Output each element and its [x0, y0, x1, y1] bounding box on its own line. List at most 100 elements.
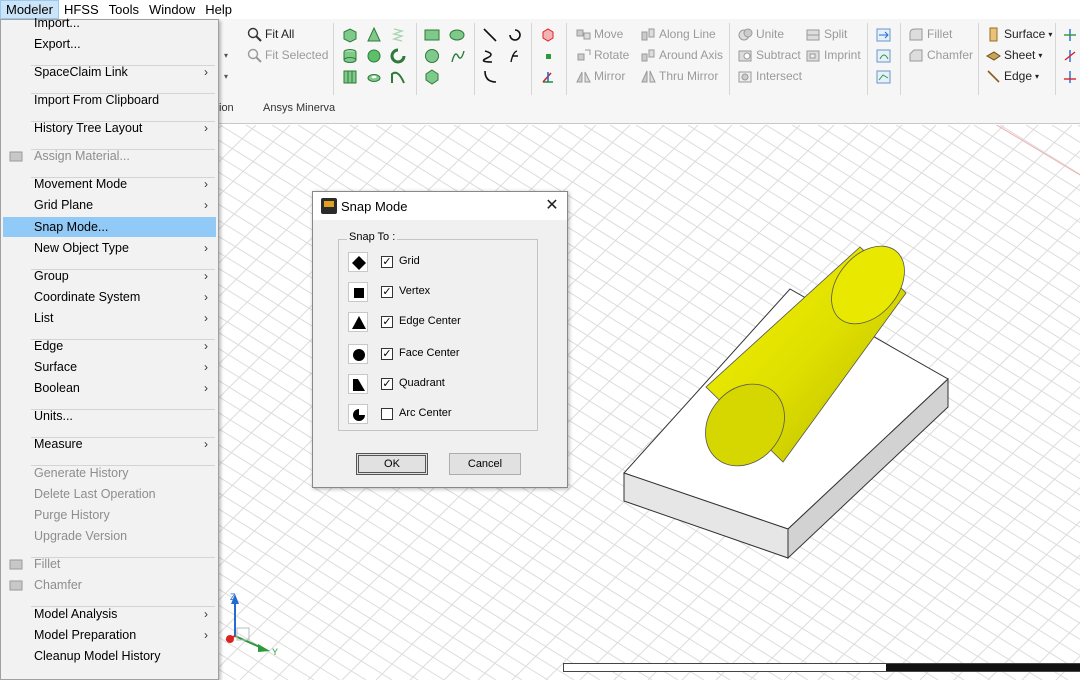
scrollbar-thumb[interactable] — [886, 664, 1080, 671]
menu-item-snap-mode[interactable]: Snap Mode... — [3, 217, 216, 237]
cylinder-primitive-icon[interactable] — [342, 48, 358, 64]
menu-item-assign-material[interactable]: Assign Material... — [3, 146, 216, 166]
snap-quadrant-checkbox[interactable]: ✓ — [381, 378, 393, 390]
intersect-button[interactable]: Intersect — [738, 67, 802, 85]
cone-primitive-icon[interactable] — [366, 27, 382, 43]
axis-rotate-icon[interactable] — [1062, 48, 1078, 64]
surface-dropdown[interactable]: Surface ▾ — [986, 25, 1052, 43]
menu-item-label: Import From Clipboard — [34, 93, 160, 107]
ellipse-primitive-icon[interactable] — [449, 27, 465, 43]
sweep-along-vector-icon[interactable] — [876, 27, 892, 43]
modeler-dropdown-menu: Import... Export... SpaceClaim Link › Import… — [0, 16, 219, 680]
spline-tool-icon[interactable] — [482, 48, 498, 64]
menu-item-measure[interactable]: Measure › — [3, 434, 216, 454]
menu-item-generate-history[interactable]: Generate History — [3, 463, 216, 483]
diamond-icon — [348, 252, 368, 272]
torus-primitive-icon[interactable] — [390, 48, 406, 64]
menu-item-purge-history[interactable]: Purge History — [3, 505, 216, 525]
menu-item-delete-last-operation[interactable]: Delete Last Operation — [3, 484, 216, 504]
edge-dropdown[interactable]: Edge ▾ — [986, 67, 1039, 85]
along-line-button[interactable]: Along Line — [641, 25, 716, 43]
circle-primitive-icon[interactable] — [424, 48, 440, 64]
move-button[interactable]: Move — [576, 25, 623, 43]
snap-grid-checkbox[interactable]: ✓ — [381, 256, 393, 268]
equation-curve-icon[interactable] — [507, 48, 523, 64]
sheet-dropdown[interactable]: Sheet ▾ — [985, 46, 1042, 64]
subtract-button[interactable]: Subtract — [738, 46, 801, 64]
menu-item-surface[interactable]: Surface › — [3, 357, 216, 377]
axis-view-icon[interactable] — [1062, 69, 1078, 85]
polyhedron-primitive-icon[interactable] — [342, 69, 358, 85]
thru-mirror-label: Thru Mirror — [659, 69, 719, 83]
menu-item-chamfer[interactable]: Chamfer — [3, 575, 216, 595]
cancel-button[interactable]: Cancel — [449, 453, 521, 475]
around-axis-button[interactable]: Around Axis — [641, 46, 723, 64]
center-point-arc-icon[interactable] — [482, 69, 498, 85]
mirror-button[interactable]: Mirror — [576, 67, 625, 85]
horizontal-scrollbar[interactable] — [563, 663, 1080, 672]
equation-surface-icon[interactable] — [449, 48, 465, 64]
polygon-primitive-icon[interactable] — [424, 69, 440, 85]
helix-primitive-icon[interactable] — [390, 27, 406, 43]
menu-item-label: Model Analysis — [34, 607, 118, 621]
split-button[interactable]: Split — [806, 25, 847, 43]
menu-item-import-from-clipboard[interactable]: Import From Clipboard — [3, 90, 216, 110]
line-tool-icon[interactable] — [482, 27, 498, 43]
axis-orient-icon[interactable] — [1062, 27, 1078, 43]
submenu-arrow-icon: › — [204, 241, 208, 255]
menu-item-group[interactable]: Group › — [3, 266, 216, 286]
menu-item-upgrade-version[interactable]: Upgrade Version — [3, 526, 216, 546]
menu-item-list[interactable]: List › — [3, 308, 216, 328]
point-icon[interactable] — [540, 48, 556, 64]
snap-face-center-checkbox[interactable]: ✓ — [381, 348, 393, 360]
menu-item-movement-mode[interactable]: Movement Mode › — [3, 174, 216, 194]
sweep-along-path-icon[interactable] — [876, 69, 892, 85]
snap-arc-center-checkbox[interactable] — [381, 408, 393, 420]
snap-vertex-checkbox[interactable]: ✓ — [381, 286, 393, 298]
fillet-button[interactable]: Fillet — [909, 25, 952, 43]
fit-all-button[interactable]: Fit All — [247, 25, 294, 43]
menu-item-coordinate-system[interactable]: Coordinate System › — [3, 287, 216, 307]
ribbon-group-label-minerva[interactable]: Ansys Minerva — [263, 102, 335, 114]
menu-item-history-tree-layout[interactable]: History Tree Layout › — [3, 118, 216, 138]
menu-item-import[interactable]: Import... — [3, 13, 216, 33]
coordinate-system-icon[interactable] — [540, 69, 556, 85]
dialog-titlebar[interactable]: Snap Mode ✕ — [313, 192, 567, 220]
along-line-label: Along Line — [659, 27, 716, 41]
menu-item-units[interactable]: Units... — [3, 406, 216, 426]
menu-item-export[interactable]: Export... — [3, 34, 216, 54]
bondwire-primitive-icon[interactable] — [390, 69, 406, 85]
box-primitive-icon[interactable] — [342, 27, 358, 43]
close-icon[interactable]: ✕ — [541, 195, 563, 217]
menu-item-boolean[interactable]: Boolean › — [3, 378, 216, 398]
ring-primitive-icon[interactable] — [366, 69, 382, 85]
chamfer-icon — [909, 48, 924, 63]
unite-button[interactable]: Unite — [738, 25, 784, 43]
menu-item-model-analysis[interactable]: Model Analysis › — [3, 604, 216, 624]
sweep-around-axis-icon[interactable] — [876, 48, 892, 64]
ok-button[interactable]: OK — [356, 453, 428, 475]
menu-item-model-preparation[interactable]: Model Preparation › — [3, 625, 216, 645]
submenu-arrow-icon: › — [204, 311, 208, 325]
snap-arc-center-label: Arc Center — [399, 407, 452, 419]
arc-tool-icon[interactable] — [507, 27, 523, 43]
menu-item-new-object-type[interactable]: New Object Type › — [3, 238, 216, 258]
thru-mirror-button[interactable]: Thru Mirror — [641, 67, 718, 85]
fit-selected-button[interactable]: Fit Selected — [247, 46, 328, 64]
menu-item-edge[interactable]: Edge › — [3, 336, 216, 356]
point-cube-icon[interactable] — [540, 27, 556, 43]
menu-item-fillet[interactable]: Fillet — [3, 554, 216, 574]
menu-item-spaceclaim-link[interactable]: SpaceClaim Link › — [3, 62, 216, 82]
menu-item-label: Chamfer — [34, 578, 82, 592]
sheet-icon — [985, 48, 1001, 63]
menu-item-cleanup-model-history[interactable]: Cleanup Model History — [3, 646, 216, 666]
menu-item-grid-plane[interactable]: Grid Plane › — [3, 195, 216, 215]
mirror-icon — [576, 69, 591, 84]
chamfer-button[interactable]: Chamfer — [909, 46, 973, 64]
snap-edge-center-checkbox[interactable]: ✓ — [381, 316, 393, 328]
submenu-arrow-icon: › — [204, 381, 208, 395]
imprint-button[interactable]: Imprint — [806, 46, 861, 64]
rotate-button[interactable]: Rotate — [576, 46, 629, 64]
rectangle-primitive-icon[interactable] — [424, 27, 440, 43]
sphere-primitive-icon[interactable] — [366, 48, 382, 64]
